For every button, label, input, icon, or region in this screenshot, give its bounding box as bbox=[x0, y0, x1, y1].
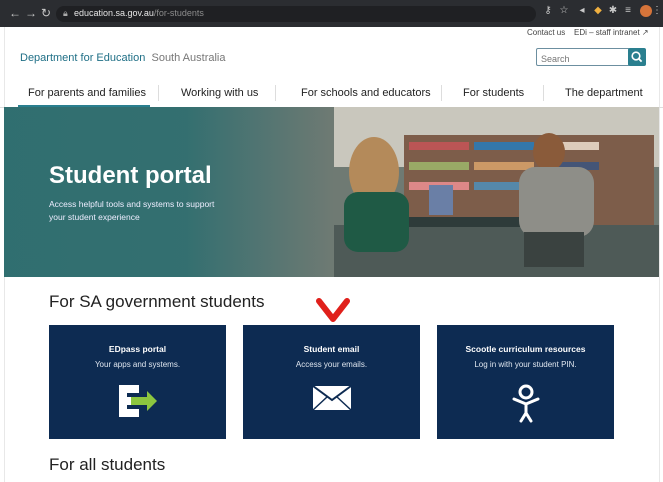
nav-schools-educators[interactable]: For schools and educators bbox=[301, 87, 431, 99]
red-annotation-checkmark-icon bbox=[316, 298, 350, 322]
menu-dots-icon[interactable]: ⋮ bbox=[652, 5, 662, 17]
star-icon[interactable]: ☆ bbox=[558, 5, 570, 17]
card-desc: Access your emails. bbox=[295, 360, 368, 369]
section-title-all: For all students bbox=[49, 455, 166, 474]
search-input[interactable] bbox=[541, 52, 621, 66]
intranet-label: EDi – staff intranet bbox=[574, 28, 640, 37]
nav-divider bbox=[275, 85, 276, 101]
url-domain: education.sa.gov.au bbox=[74, 8, 154, 18]
intranet-link[interactable]: EDi – staff intranet ↗ bbox=[574, 28, 649, 37]
nav-divider bbox=[441, 85, 442, 101]
media-icon[interactable]: ≡ bbox=[622, 5, 634, 17]
contact-link[interactable]: Contact us bbox=[527, 28, 565, 37]
forward-icon[interactable]: → bbox=[25, 6, 37, 20]
nav-the-department[interactable]: The department bbox=[565, 87, 643, 99]
person-icon bbox=[512, 384, 540, 423]
main-navigation: For parents and families Working with us… bbox=[0, 79, 663, 108]
url-path: /for-students bbox=[153, 8, 204, 18]
extension-color-icon[interactable]: ◆ bbox=[592, 5, 604, 17]
card-desc: Your apps and systems. bbox=[94, 360, 181, 369]
card-desc: Log in with your student PIN. bbox=[474, 360, 577, 369]
nav-divider bbox=[158, 85, 159, 101]
card-scootle[interactable]: Scootle curriculum resources Log in with… bbox=[437, 325, 614, 439]
url-text[interactable]: education.sa.gov.au/for-students bbox=[74, 8, 204, 18]
site-logo[interactable]: Department for Education South Australia bbox=[20, 52, 225, 64]
section-title-gov: For SA government students bbox=[49, 292, 265, 311]
reload-icon[interactable]: ↻ bbox=[41, 6, 51, 20]
nav-parents-families[interactable]: For parents and families bbox=[28, 87, 146, 99]
profile-avatar-icon[interactable] bbox=[640, 5, 652, 17]
brand-sub: South Australia bbox=[151, 52, 226, 64]
lock-icon: 🔒︎ bbox=[63, 8, 68, 18]
card-title: Student email bbox=[303, 344, 360, 354]
extension-icon[interactable]: ◂ bbox=[576, 5, 588, 17]
key-icon[interactable]: ⚷ bbox=[542, 5, 554, 17]
brand-name: Department for Education bbox=[20, 52, 146, 64]
utility-bar: Contact us EDi – staff intranet ↗ bbox=[0, 27, 663, 41]
nav-divider bbox=[543, 85, 544, 101]
address-bar[interactable]: 🔒︎ education.sa.gov.au/for-students bbox=[56, 6, 536, 22]
search-icon bbox=[631, 51, 643, 63]
browser-toolbar: ← → ↻ 🔒︎ education.sa.gov.au/for-student… bbox=[0, 0, 663, 27]
envelope-icon bbox=[312, 385, 352, 411]
external-link-icon: ↗ bbox=[641, 28, 649, 37]
card-edpass[interactable]: EDpass portal Your apps and systems. bbox=[49, 325, 226, 439]
hero-banner: Student portal Access helpful tools and … bbox=[4, 107, 659, 277]
hero-overlay bbox=[4, 107, 334, 277]
card-title: EDpass portal bbox=[108, 344, 167, 354]
card-title: Scootle curriculum resources bbox=[465, 344, 586, 354]
hero-title: Student portal bbox=[49, 162, 212, 189]
hero-subtitle: Access helpful tools and systems to supp… bbox=[49, 199, 215, 222]
site-header: Department for Education South Australia bbox=[0, 45, 663, 79]
nav-working-with-us[interactable]: Working with us bbox=[181, 87, 258, 99]
card-student-email[interactable]: Student email Access your emails. bbox=[243, 325, 420, 439]
back-icon[interactable]: ← bbox=[9, 6, 21, 20]
search-button[interactable] bbox=[628, 48, 646, 66]
edpass-logo-icon bbox=[119, 385, 157, 417]
puzzle-icon[interactable]: ✱ bbox=[607, 5, 619, 17]
nav-for-students[interactable]: For students bbox=[463, 87, 524, 99]
search-box[interactable] bbox=[536, 48, 630, 66]
